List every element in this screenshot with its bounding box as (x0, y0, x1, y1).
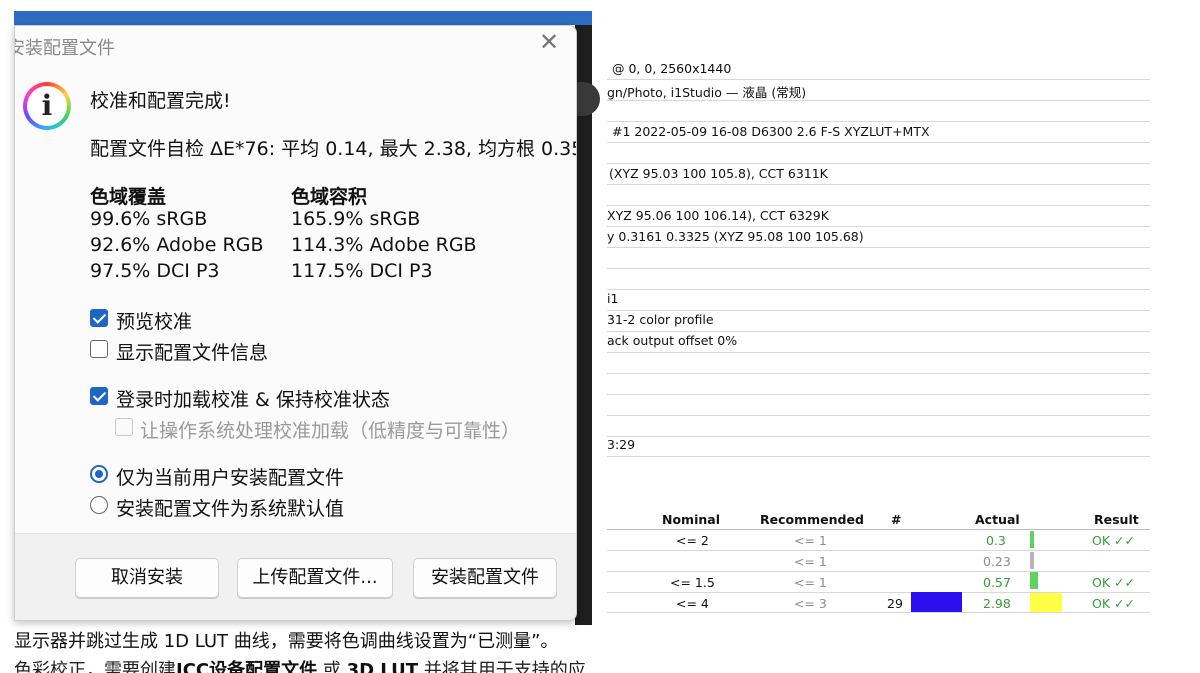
col-num-header: # (891, 512, 902, 527)
preview-calibration-label[interactable]: 预览校准 (116, 307, 192, 334)
cell-actual: 2.98 (983, 596, 1011, 611)
background-text-line: 显示器并跳过生成 1D LUT 曲线，需要将色调曲线设置为“已测量”。 (14, 631, 559, 652)
report-divider (607, 331, 1150, 332)
os-handles-loading-label: 让操作系统处理校准加载（低精度与可靠性） (140, 420, 521, 442)
show-profile-info-label[interactable]: 显示配置文件信息 (116, 338, 268, 365)
gamut-volume-adobergb: 114.3% Adobe RGB (291, 234, 477, 256)
actual-bar (1030, 572, 1038, 589)
report-divider (607, 289, 1150, 290)
install-system-default-label[interactable]: 安装配置文件为系统默认值 (116, 494, 344, 521)
install-profile-dialog: 安装配置文件 ✕ i 校准和配置完成! 配置文件自检 ΔE*76: 平均 0.1… (14, 25, 577, 621)
install-current-user-label[interactable]: 仅为当前用户安装配置文件 (116, 463, 344, 490)
actual-bar (1030, 593, 1062, 612)
dialog-title: 安装配置文件 (14, 38, 115, 59)
cell-nominal: <= 4 (676, 596, 709, 611)
cell-nominal: <= 1.5 (670, 575, 715, 590)
report-divider (607, 612, 1150, 613)
cell-result: OK ✓✓ (1092, 533, 1135, 548)
report-line-instrument-name: i1 (607, 291, 619, 306)
os-handles-loading-checkbox[interactable] (115, 418, 133, 436)
report-divider (607, 79, 1150, 80)
gamut-volume-dcip3: 117.5% DCI P3 (291, 260, 433, 282)
col-result-header: Result (1094, 512, 1139, 527)
report-divider (607, 205, 1150, 206)
background-round-button (576, 82, 600, 116)
report-divider (607, 121, 1150, 122)
install-profile-button[interactable]: 安装配置文件 (413, 558, 557, 598)
report-divider (607, 184, 1150, 185)
install-current-user-radio[interactable] (90, 465, 108, 483)
cell-actual: 0.3 (986, 533, 1006, 548)
actual-bar (1030, 552, 1034, 569)
load-on-login-checkbox[interactable] (90, 387, 108, 405)
cell-result: OK ✓✓ (1092, 596, 1135, 611)
gamut-coverage-adobergb: 92.6% Adobe RGB (90, 234, 264, 256)
dialog-heading: 校准和配置完成! (90, 90, 231, 112)
col-actual-header: Actual (975, 512, 1020, 527)
preview-calibration-checkbox[interactable] (90, 309, 108, 327)
actual-bar (1030, 531, 1034, 548)
report-divider (607, 247, 1150, 248)
dialog-button-bar: 取消安装 上传配置文件... 安装配置文件 (15, 533, 576, 620)
report-line-display: @ 0, 0, 2560x1440 (612, 61, 732, 76)
cancel-install-button[interactable]: 取消安装 (75, 558, 219, 598)
report-line-whitepoint: (XYZ 95.03 100 105.8), CCT 6311K (609, 166, 828, 181)
report-divider (607, 226, 1150, 227)
report-divider (607, 100, 1150, 101)
cell-num: 29 (887, 596, 903, 611)
report-divider (607, 456, 1150, 457)
report-line-color-profile: 31-2 color profile (607, 312, 714, 327)
report-divider (607, 163, 1150, 164)
upload-profile-button[interactable]: 上传配置文件... (237, 558, 393, 598)
close-icon[interactable]: ✕ (537, 30, 561, 54)
report-line-time: 3:29 (607, 437, 636, 452)
info-icon: i (23, 82, 71, 130)
load-on-login-label[interactable]: 登录时加载校准 & 保持校准状态 (116, 385, 390, 412)
gamut-coverage-header: 色域覆盖 (90, 186, 167, 208)
report-divider (607, 268, 1150, 269)
background-title-bar (14, 11, 592, 25)
cell-nominal: <= 2 (676, 533, 709, 548)
report-line-profile: #1 2022-05-09 16-08 D6300 2.6 F-S XYZLUT… (612, 124, 930, 139)
color-swatch-blue (911, 592, 962, 612)
report-divider (607, 436, 1150, 437)
profile-selfcheck: 配置文件自检 ΔE*76: 平均 0.14, 最大 2.38, 均方根 0.35 (90, 138, 577, 160)
report-line-instrument: gn/Photo, i1Studio — 液晶 (常规) (607, 85, 807, 100)
report-divider (607, 394, 1150, 395)
cell-actual: 0.23 (983, 554, 1011, 569)
cell-recommended: <= 1 (794, 554, 827, 569)
report-divider (607, 571, 1150, 572)
cell-recommended: <= 1 (794, 533, 827, 548)
cell-recommended: <= 3 (794, 596, 827, 611)
show-profile-info-checkbox[interactable] (90, 340, 108, 358)
table-header-divider (607, 529, 1150, 530)
report-divider (607, 415, 1150, 416)
gamut-volume-srgb: 165.9% sRGB (291, 208, 421, 230)
report-divider (607, 142, 1150, 143)
report-divider (607, 550, 1150, 551)
report-divider (607, 310, 1150, 311)
gamut-coverage-dcip3: 97.5% DCI P3 (90, 260, 220, 282)
report-line-assumed-whitepoint: y 0.3161 0.3325 (XYZ 95.08 100 105.68) (607, 229, 864, 244)
report-line-measured-whitepoint: XYZ 95.06 100 106.14), CCT 6329K (607, 208, 829, 223)
gamut-volume-header: 色域容积 (291, 186, 368, 208)
cell-actual: 0.57 (983, 575, 1011, 590)
background-text-line-2: 色彩校正，需要创建ICC设备配置文件 或 3D LUT 并将其用于支持的应 (14, 660, 586, 673)
report-divider (607, 592, 1150, 593)
col-recommended-header: Recommended (760, 512, 864, 527)
install-system-default-radio[interactable] (90, 496, 108, 514)
col-nominal-header: Nominal (662, 512, 720, 527)
report-line-black-offset: ack output offset 0% (607, 333, 738, 348)
cell-result: OK ✓✓ (1092, 575, 1135, 590)
gamut-coverage-srgb: 99.6% sRGB (90, 208, 208, 230)
report-divider (607, 352, 1150, 353)
report-divider (607, 373, 1150, 374)
cell-recommended: <= 1 (794, 575, 827, 590)
